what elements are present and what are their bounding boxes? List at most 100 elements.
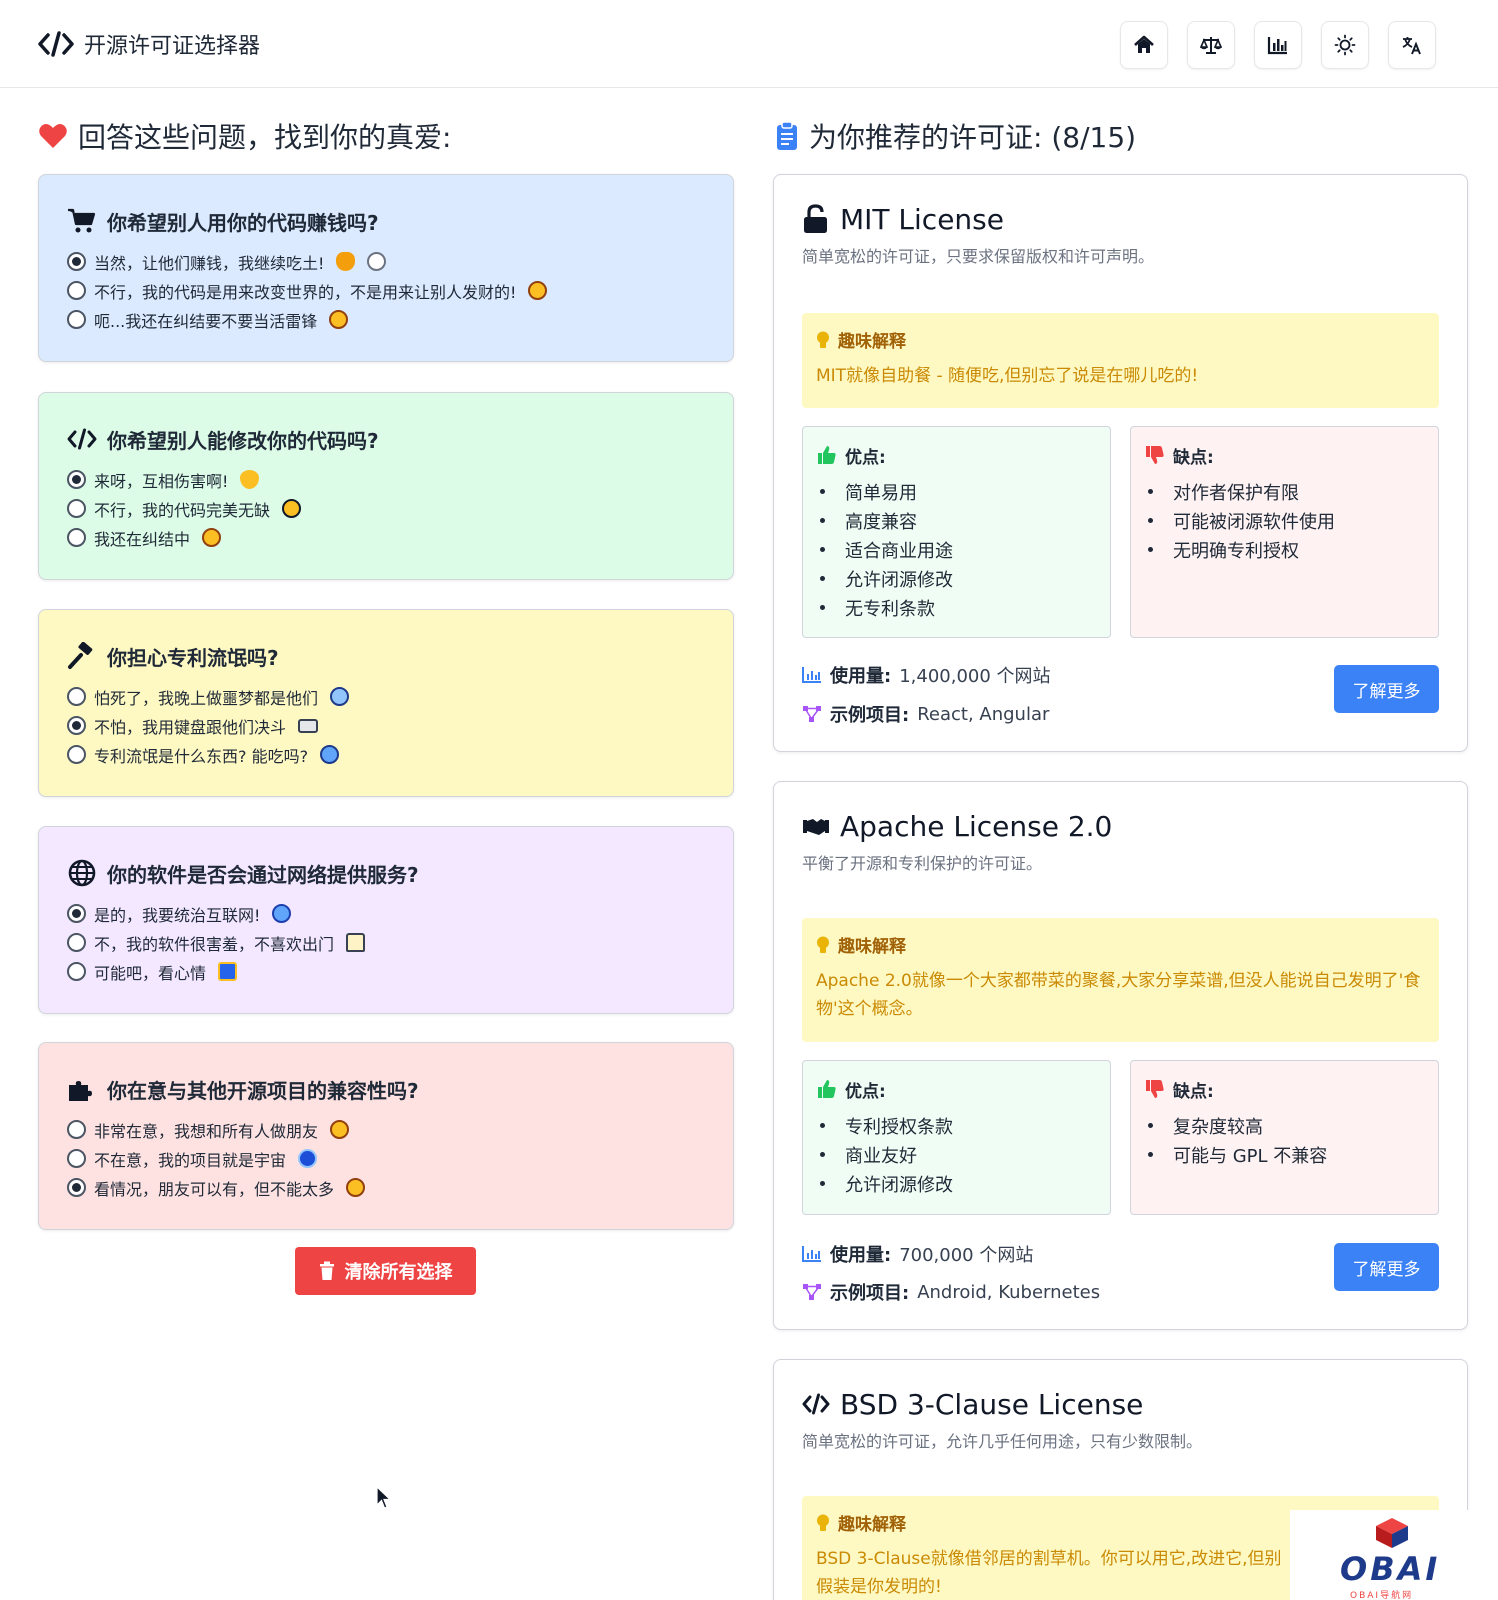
- heart-hands-emoji-icon: [240, 470, 260, 489]
- globe-emoji-icon: [272, 904, 292, 923]
- lightbulb-icon: [817, 331, 829, 348]
- thumbs-down-icon: [1146, 446, 1164, 464]
- pros-list: 专利授权条款 商业友好 允许闭源修改: [817, 1111, 1096, 1198]
- trash-icon: [319, 1261, 334, 1280]
- option-radio[interactable]: 来呀，互相伤害啊!: [67, 465, 705, 494]
- recommendations-heading: 为你推荐的许可证: (8/15): [775, 116, 1136, 156]
- sun-icon: [1334, 34, 1356, 56]
- radio-button[interactable]: [67, 687, 86, 706]
- option-radio[interactable]: 不，我的软件很害羞，不喜欢出门: [67, 928, 705, 957]
- cons-box: 缺点: 对作者保护有限 可能被闭源软件使用 无明确专利授权: [1130, 426, 1439, 638]
- radio-button[interactable]: [67, 252, 86, 271]
- fun-text: MIT就像自助餐 - 随便吃,但别忘了说是在哪儿吃的!: [816, 366, 1199, 386]
- usage-row: 使用量: 1,400,000 个网站: [802, 662, 1051, 688]
- radio-button[interactable]: [67, 470, 86, 489]
- license-description: 简单宽松的许可证，允许几乎任何用途，只有少数限制。: [802, 1432, 1203, 1451]
- pros-box: 优点: 专利授权条款 商业友好 允许闭源修改: [802, 1060, 1111, 1215]
- code-icon: [67, 428, 97, 450]
- fun-explanation: 趣味解释 Apache 2.0就像一个大家都带菜的聚餐,大家分享菜谱,但没人能说…: [802, 918, 1439, 1042]
- code-icon: [802, 1393, 830, 1415]
- nav-buttons: [1120, 21, 1436, 69]
- list-item: 可能与 GPL 不兼容: [1145, 1140, 1424, 1169]
- app-title: 开源许可证选择器: [84, 34, 261, 59]
- radio-button[interactable]: [67, 716, 86, 735]
- bar-chart-icon: [802, 667, 821, 683]
- mouse-cursor-icon: [376, 1486, 392, 1509]
- stats-button[interactable]: [1254, 21, 1302, 69]
- sunglasses-emoji-icon: [282, 499, 302, 518]
- keyboard-emoji-icon: [298, 718, 319, 733]
- radio-button[interactable]: [67, 281, 86, 300]
- radio-button[interactable]: [67, 528, 86, 547]
- license-name: BSD 3-Clause License: [802, 1386, 1439, 1422]
- license-name: Apache License 2.0: [802, 808, 1439, 844]
- home-icon: [1134, 35, 1154, 53]
- license-card-mit: MIT License 简单宽松的许可证，只要求保留版权和许可声明。 趣味解释 …: [773, 174, 1468, 752]
- language-button[interactable]: [1388, 21, 1436, 69]
- radio-button[interactable]: [67, 745, 86, 764]
- cart-icon: [68, 208, 96, 233]
- questions-heading: 回答这些问题，找到你的真爱:: [38, 116, 451, 156]
- watermark-subtext: OBAI导航网: [1350, 1591, 1414, 1600]
- pros-list: 简单易用 高度兼容 适合商业用途 允许闭源修改 无专利条款: [817, 477, 1096, 622]
- smile-emoji-icon: [528, 281, 548, 300]
- option-radio[interactable]: 非常在意，我想和所有人做朋友: [67, 1115, 705, 1144]
- cons-list: 复杂度较高 可能与 GPL 不兼容: [1145, 1111, 1424, 1169]
- option-radio[interactable]: 我还在纠结中: [67, 523, 705, 552]
- compare-button[interactable]: [1187, 21, 1235, 69]
- lightbulb-icon: [817, 936, 829, 953]
- translate-icon: [1402, 37, 1421, 55]
- option-radio[interactable]: 不怕，我用键盘跟他们决斗: [67, 711, 705, 740]
- radio-button[interactable]: [67, 1120, 86, 1139]
- question-title: 你希望别人用你的代码赚钱吗?: [67, 203, 705, 239]
- option-radio[interactable]: 当然，让他们赚钱，我继续吃土!: [67, 247, 705, 276]
- option-radio[interactable]: 专利流氓是什么东西? 能吃吗?: [67, 740, 705, 769]
- shrug-emoji-icon: [320, 745, 340, 764]
- recommendations-title: 为你推荐的许可证: (8/15): [809, 121, 1137, 154]
- radio-button[interactable]: [67, 1178, 86, 1197]
- theme-toggle-button[interactable]: [1321, 21, 1369, 69]
- heart-icon: [39, 123, 67, 148]
- option-radio[interactable]: 可能吧，看心情: [67, 957, 705, 986]
- brand[interactable]: 开源许可证选择器: [38, 28, 260, 60]
- radio-button[interactable]: [67, 1149, 86, 1168]
- cons-box: 缺点: 复杂度较高 可能与 GPL 不兼容: [1130, 1060, 1439, 1215]
- bar-chart-icon: [802, 1246, 821, 1262]
- learn-more-button[interactable]: 了解更多: [1334, 665, 1439, 713]
- option-radio[interactable]: 不在意，我的项目就是宇宙: [67, 1144, 705, 1173]
- option-radio[interactable]: 看情况，朋友可以有，但不能太多: [67, 1173, 705, 1202]
- license-description: 简单宽松的许可证，只要求保留版权和许可声明。: [802, 247, 1155, 266]
- question-title: 你的软件是否会通过网络提供服务?: [67, 855, 705, 891]
- list-item: 允许闭源修改: [817, 564, 1096, 593]
- list-item: 无明确专利授权: [1145, 535, 1424, 564]
- option-radio[interactable]: 怕死了，我晚上做噩梦都是他们: [67, 682, 705, 711]
- learn-more-button[interactable]: 了解更多: [1334, 1243, 1439, 1291]
- thinking-emoji-icon: [346, 1178, 366, 1197]
- option-radio[interactable]: 不行，我的代码完美无缺: [67, 494, 705, 523]
- gavel-icon: [68, 642, 93, 669]
- option-radio[interactable]: 呃...我还在纠结要不要当活雷锋: [67, 305, 705, 334]
- radio-button[interactable]: [67, 904, 86, 923]
- option-radio[interactable]: 是的，我要统治互联网!: [67, 899, 705, 928]
- dancer-emoji-icon: [218, 962, 238, 981]
- clear-all-button[interactable]: 清除所有选择: [295, 1247, 476, 1295]
- question-card-compatibility: 你在意与其他开源项目的兼容性吗? 非常在意，我想和所有人做朋友 不在意，我的项目…: [38, 1042, 734, 1230]
- license-name: MIT License: [802, 201, 1439, 237]
- radio-button[interactable]: [67, 310, 86, 329]
- radio-button[interactable]: [67, 499, 86, 518]
- home-button[interactable]: [1120, 21, 1168, 69]
- thumbs-up-icon: [818, 446, 836, 464]
- cons-list: 对作者保护有限 可能被闭源软件使用 无明确专利授权: [1145, 477, 1424, 564]
- radio-button[interactable]: [67, 933, 86, 952]
- chart-icon: [1267, 37, 1287, 55]
- list-item: 对作者保护有限: [1145, 477, 1424, 506]
- question-card-network: 你的软件是否会通过网络提供服务? 是的，我要统治互联网! 不，我的软件很害羞，不…: [38, 826, 734, 1014]
- examples-row: 示例项目: Android, Kubernetes: [802, 1279, 1100, 1305]
- unlock-icon: [804, 204, 827, 233]
- list-item: 专利授权条款: [817, 1111, 1096, 1140]
- list-item: 适合商业用途: [817, 535, 1096, 564]
- galaxy-emoji-icon: [298, 1149, 318, 1168]
- radio-button[interactable]: [67, 962, 86, 981]
- thumbs-up-icon: [818, 1080, 836, 1098]
- option-radio[interactable]: 不行，我的代码是用来改变世界的，不是用来让别人发财的!: [67, 276, 705, 305]
